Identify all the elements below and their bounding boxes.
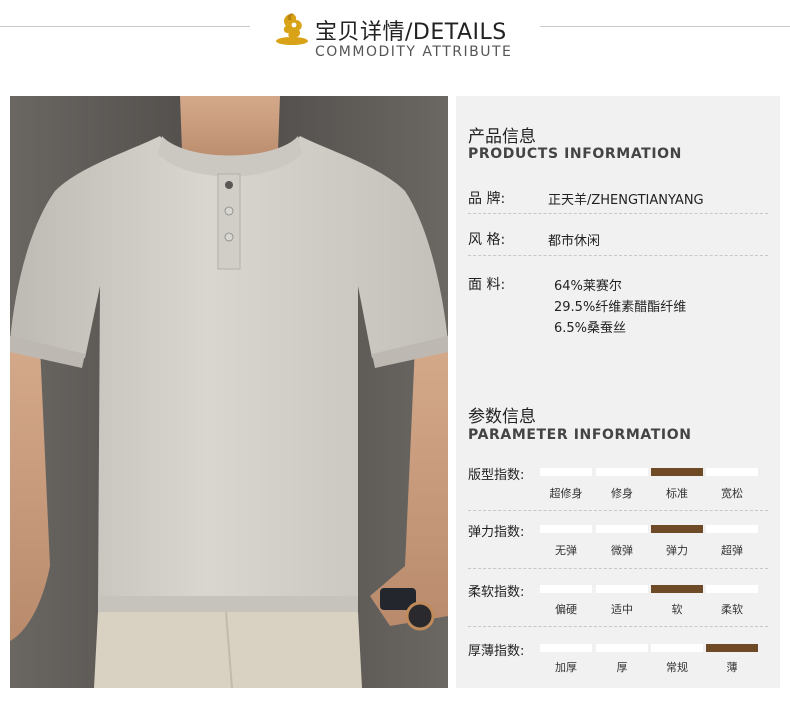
ram-logo-icon	[276, 13, 308, 45]
products-subtitle: PRODUCTS INFORMATION	[468, 146, 682, 162]
fabric-item: 6.5%桑蚕丝	[554, 321, 627, 336]
index-option: 厚	[616, 661, 628, 674]
products-title: 产品信息	[468, 127, 536, 147]
index-segment	[540, 468, 592, 476]
index-segment	[540, 525, 592, 533]
index-segment	[706, 525, 758, 533]
style-label: 风 格:	[468, 232, 506, 248]
header-title: 宝贝详情/DETAILS	[315, 20, 507, 45]
brand-value: 正天羊/ZHENGTIANYANG	[548, 193, 704, 208]
index-segment	[651, 644, 703, 652]
brand-label: 品 牌:	[468, 191, 506, 207]
index-label: 弹力指数:	[468, 525, 525, 540]
divider	[468, 510, 768, 511]
divider	[468, 568, 768, 569]
parameters-title: 参数信息	[468, 407, 536, 427]
index-option: 软	[671, 603, 683, 616]
index-option: 无弹	[555, 544, 577, 557]
header-subtitle: COMMODITY ATTRIBUTE	[315, 44, 513, 60]
fabric-label: 面 料:	[468, 277, 506, 293]
index-segment	[706, 585, 758, 593]
index-segment	[596, 585, 648, 593]
section-header: 宝贝详情/DETAILS COMMODITY ATTRIBUTE	[0, 0, 790, 80]
index-option: 修身	[611, 487, 633, 500]
index-segment	[596, 644, 648, 652]
index-option: 超修身	[549, 487, 583, 500]
index-option: 加厚	[555, 661, 577, 674]
index-option: 偏硬	[555, 603, 577, 616]
index-segment	[596, 468, 648, 476]
divider	[468, 626, 768, 627]
divider	[468, 213, 768, 214]
index-option: 弹力	[666, 544, 688, 557]
index-segment	[596, 525, 648, 533]
index-label: 厚薄指数:	[468, 644, 525, 659]
style-value: 都市休闲	[548, 234, 601, 249]
index-segment	[706, 468, 758, 476]
index-option: 适中	[611, 603, 633, 616]
divider	[468, 255, 768, 256]
index-option: 薄	[726, 661, 738, 674]
index-segment	[651, 585, 703, 593]
index-option: 常规	[666, 661, 688, 674]
index-option: 标准	[666, 487, 688, 500]
index-segment	[651, 525, 703, 533]
parameters-subtitle: PARAMETER INFORMATION	[468, 427, 692, 443]
index-segment	[540, 585, 592, 593]
index-segment	[651, 468, 703, 476]
fabric-item: 29.5%纤维素醋酯纤维	[554, 300, 687, 315]
index-label: 版型指数:	[468, 468, 525, 483]
header-divider-right	[540, 26, 790, 27]
index-option: 柔软	[721, 603, 743, 616]
index-segment	[706, 644, 758, 652]
fabric-item: 64%莱赛尔	[554, 279, 622, 294]
product-photo	[10, 96, 448, 688]
index-segment	[540, 644, 592, 652]
index-option: 微弹	[611, 544, 633, 557]
index-option: 宽松	[721, 487, 743, 500]
index-option: 超弹	[721, 544, 743, 557]
header-divider-left	[0, 26, 250, 27]
fabric-list: 64%莱赛尔 29.5%纤维素醋酯纤维 6.5%桑蚕丝	[554, 276, 686, 339]
info-panel: 产品信息 PRODUCTS INFORMATION 品 牌: 正天羊/ZHENG…	[456, 96, 780, 688]
index-label: 柔软指数:	[468, 585, 525, 600]
